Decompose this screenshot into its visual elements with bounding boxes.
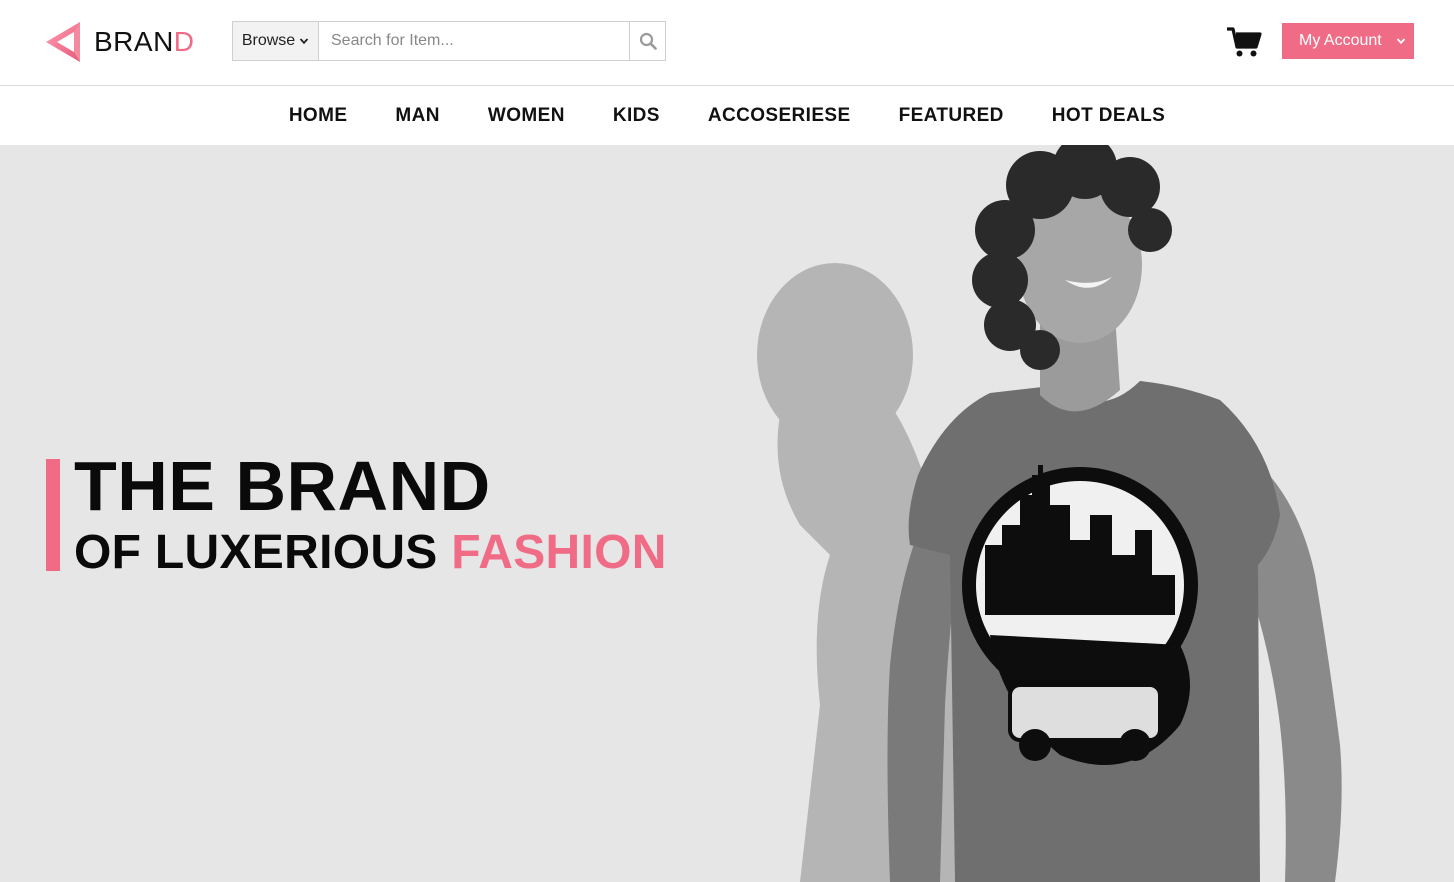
hero-banner: THE BRAND OF LUXERIOUS FASHION [0,145,1454,882]
brand-name-main: BRAN [94,26,174,57]
triangle-logo-icon [46,22,80,62]
hero-headline: THE BRAND OF LUXERIOUS FASHION [46,451,726,577]
nav-item-kids[interactable]: KIDS [613,105,660,127]
cart-icon [1227,27,1262,57]
nav-item-hot-deals[interactable]: HOT DEALS [1052,105,1165,127]
brand-logo[interactable]: BRAND [44,20,195,64]
brand-name: BRAND [94,28,195,56]
main-nav: HOME MAN WOMEN KIDS ACCOSERIESE FEATURED… [0,86,1454,145]
nav-item-featured[interactable]: FEATURED [899,105,1004,127]
hero-subtitle: OF LUXERIOUS FASHION [74,529,667,577]
hero-subtitle-accent: FASHION [451,526,667,579]
nav-list: HOME MAN WOMEN KIDS ACCOSERIESE FEATURED… [265,105,1189,127]
search-input[interactable] [319,22,629,60]
search-icon [639,32,657,50]
browse-label: Browse [241,32,296,49]
chevron-down-icon [300,38,309,45]
my-account-button[interactable]: My Account [1282,23,1414,59]
hero-model-image [757,145,1342,882]
nav-item-women[interactable]: WOMEN [488,105,565,127]
brand-name-accent: D [173,26,195,57]
hero-subtitle-main: OF LUXERIOUS [74,526,452,579]
my-account-label: My Account [1299,32,1382,49]
hero-accent-bar [46,459,60,571]
cart-button[interactable] [1226,26,1262,58]
browse-dropdown[interactable]: Browse [233,22,319,60]
nav-item-home[interactable]: HOME [289,105,348,127]
site-header: BRAND Browse My Account [0,0,1454,86]
chevron-down-icon [1396,38,1406,45]
hero-title: THE BRAND [74,447,491,525]
search-button[interactable] [629,22,665,60]
nav-item-accessories[interactable]: ACCOSERIESE [708,105,851,127]
nav-item-man[interactable]: MAN [395,105,439,127]
search-bar: Browse [232,21,666,61]
